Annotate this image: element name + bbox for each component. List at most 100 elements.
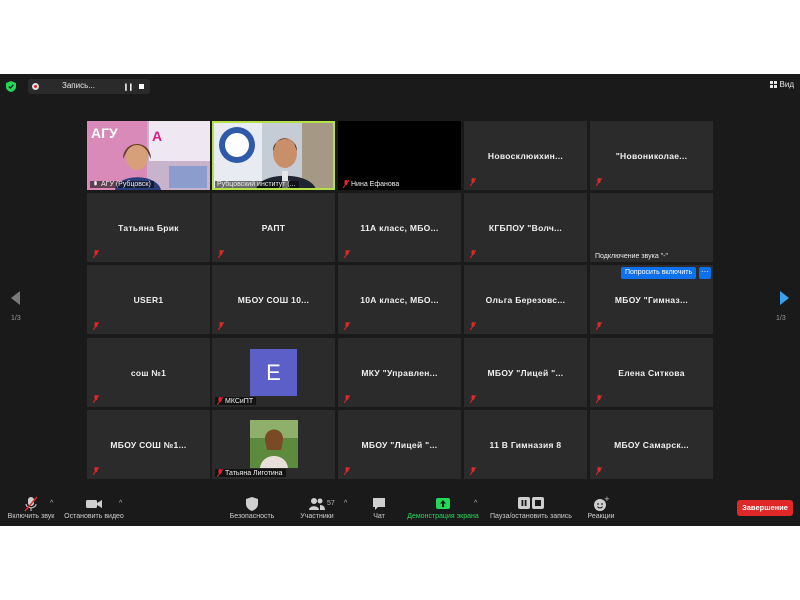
zoom-meeting-window: Запись... ❙❙ Вид АГУ А АГУ (Рубцовск) Ру… [0,74,800,526]
muted-mic-icon [596,395,602,403]
muted-mic-icon [93,395,99,403]
participant-name: МБОУ СОШ 10... [237,294,310,305]
participant-tile-ligotina[interactable]: Татьяна Лиготина [212,410,335,479]
participant-name: МБОУ "Лицей "... [361,439,438,450]
muted-mic-icon [470,467,476,475]
muted-mic-icon [344,250,350,258]
video-camera-icon [86,500,102,508]
audio-options-chevron-icon[interactable]: ^ [50,500,53,507]
chat-bubble-icon [373,498,385,510]
stop-recording-icon[interactable] [139,84,144,89]
participant-tile[interactable]: Елена Ситкова [590,338,713,407]
participant-tile[interactable]: МБОУ СОШ №1... [87,410,210,479]
muted-mic-icon [470,395,476,403]
muted-mic-icon [217,469,223,477]
muted-mic-icon [344,395,350,403]
participant-tile[interactable]: КГБПОУ "Волч... [464,193,587,262]
muted-mic-icon [218,322,224,330]
participant-name: РАПТ [261,222,286,233]
participant-name: КГБПОУ "Волч... [488,222,563,233]
pause-recording-icon[interactable]: ❙❙ [123,83,134,91]
page-indicator-right: 1/3 [776,315,786,322]
participant-tile[interactable]: МБОУ "Лицей "... [338,410,461,479]
participant-name: Новосклюихин... [487,150,564,161]
participant-tile[interactable]: Татьяна Брик [87,193,210,262]
muted-mic-icon [94,181,97,186]
share-options-chevron-icon[interactable]: ^ [474,500,477,507]
video-tile-rubtsovsk-institute[interactable]: Рубцовский институт (... [212,121,335,190]
muted-mic-icon [217,397,223,405]
grid-view-icon [769,81,777,88]
security-button[interactable]: Безопасность [226,496,278,526]
participant-tile[interactable]: USER1 [87,265,210,334]
emoji-reaction-icon: + [594,496,609,511]
participant-tile-mksipt[interactable]: E МКСиПТ [212,338,335,407]
participants-options-chevron-icon[interactable]: ^ [344,500,347,507]
reactions-button[interactable]: + Реакции [586,496,616,526]
video-frame-rubtsovsk [212,121,335,190]
participant-tile[interactable]: Ольга Березовс... [464,265,587,334]
share-screen-button[interactable]: Демонстрация экрана [404,496,482,526]
pause-stop-recording-button[interactable]: Пауза/остановить запись [488,496,574,526]
ask-to-unmute-button[interactable]: Попросить включить [621,267,697,279]
video-options-chevron-icon[interactable]: ^ [119,500,122,507]
muted-mic-icon [343,180,349,188]
participant-tile[interactable]: сош №1 [87,338,210,407]
recording-indicator: Запись... ❙❙ [28,79,150,94]
chat-button[interactable]: Чат [365,496,393,526]
participant-name: Елена Ситкова [618,367,685,378]
participants-count: 57 [327,500,335,507]
participant-tile[interactable]: МБОУ СОШ 10... [212,265,335,334]
participants-icon [309,498,325,510]
page-indicator-left: 1/3 [11,315,21,322]
view-button[interactable]: Вид [769,80,794,89]
video-tile-nina[interactable]: Нина Ефанова [338,121,461,190]
video-tile-agu[interactable]: АГУ А АГУ (Рубцовск) [87,121,210,190]
view-label: Вид [779,80,794,89]
participant-name: 11 В Гимназия 8 [489,439,562,450]
participant-tile[interactable]: 10А класс, МБО... [338,265,461,334]
muted-mic-icon [470,178,476,186]
muted-mic-icon [93,467,99,475]
participant-label: Татьяна Лиготина [215,469,286,477]
participant-name: USER1 [133,294,164,305]
participant-label: МКСиПТ [215,397,257,405]
participant-name: 11А класс, МБО... [360,222,439,233]
stop-video-button[interactable]: Остановить видео [62,496,126,526]
participant-name: Ольга Березовс... [485,294,566,305]
participant-name: МБОУ "Гимназ... [614,294,689,305]
muted-mic-icon [596,467,602,475]
muted-mic-icon [470,322,476,330]
profile-photo [250,420,298,468]
participant-tile[interactable]: 11 В Гимназия 8 [464,410,587,479]
svg-text:+: + [604,496,609,503]
more-options-button[interactable]: ··· [699,267,711,279]
participant-tile[interactable]: МКУ "Управлен... [338,338,461,407]
participant-name: Татьяна Брик [118,222,179,233]
participant-label: Рубцовский институт (... [215,181,299,188]
share-screen-icon [436,498,450,509]
participant-tile[interactable]: РАПТ [212,193,335,262]
participant-tile[interactable]: "Новониколае... [590,121,713,190]
top-bar: Запись... ❙❙ Вид [0,74,800,98]
participant-name: МКУ "Управлен... [361,367,438,378]
previous-page-arrow-icon[interactable] [10,291,22,305]
participant-tile[interactable]: 11А класс, МБО... [338,193,461,262]
participant-name: "Новониколае... [615,150,688,161]
muted-mic-icon [93,250,99,258]
participant-tile[interactable]: Новосклюихин... [464,121,587,190]
participant-tile[interactable]: МБОУ "Лицей "... [464,338,587,407]
end-meeting-button[interactable]: Завершение [737,500,793,516]
muted-microphone-icon [24,496,38,512]
participant-label: Подключение звука "-" [595,253,668,260]
participant-tile-connecting[interactable]: Подключение звука "-" [590,193,713,262]
muted-mic-icon [596,178,602,186]
meeting-toolbar: Включить звук ^ Остановить видео ^ Безоп… [0,496,800,526]
muted-mic-icon [470,250,476,258]
participant-tile[interactable]: МБОУ Самарск... [590,410,713,479]
record-icon [32,83,39,90]
muted-mic-icon [344,322,350,330]
next-page-arrow-icon[interactable] [778,291,790,305]
participant-name: 10А класс, МБО... [360,294,439,305]
shield-icon[interactable] [6,81,16,92]
